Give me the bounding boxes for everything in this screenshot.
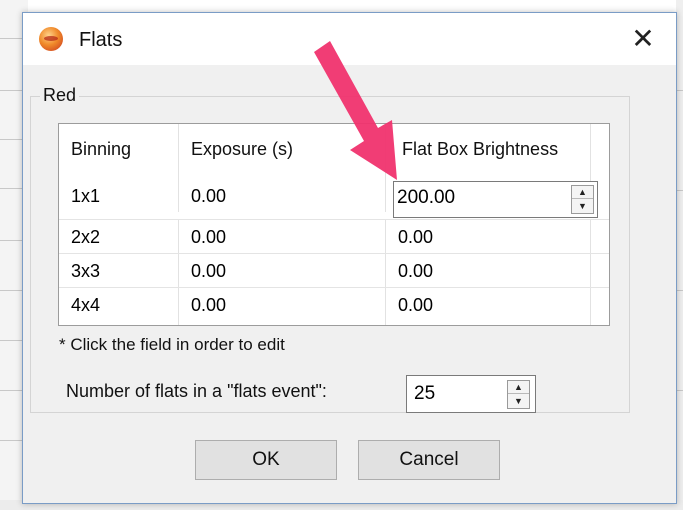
row-filler	[591, 254, 609, 287]
brightness-editor-spinner[interactable]: 200.00 ▲ ▼	[393, 181, 598, 218]
cell-brightness[interactable]: 0.00	[386, 288, 591, 325]
cell-binning: 2x2	[59, 220, 179, 253]
spin-buttons: ▲ ▼	[507, 380, 530, 409]
cell-exposure[interactable]: 0.00	[179, 220, 386, 253]
cell-brightness[interactable]: 0.00	[386, 220, 591, 253]
cell-exposure[interactable]: 0.00	[179, 288, 386, 325]
header-binning: Binning	[59, 124, 179, 174]
cell-binning: 1x1	[59, 174, 179, 212]
background-line	[676, 190, 683, 191]
title-bar[interactable]: Flats ✕	[23, 13, 676, 65]
spin-up-icon[interactable]: ▲	[508, 381, 529, 394]
table-row[interactable]: 3x3 0.00 0.00	[59, 253, 609, 287]
group-label: Red	[40, 85, 80, 106]
background-line	[676, 290, 683, 291]
spin-down-icon[interactable]: ▼	[572, 200, 593, 213]
cell-exposure[interactable]: 0.00	[179, 174, 386, 212]
flats-count-value[interactable]: 25	[414, 383, 435, 405]
app-logo-icon	[39, 27, 63, 51]
table-row[interactable]: 2x2 0.00 0.00	[59, 219, 609, 253]
spin-down-icon[interactable]: ▼	[508, 395, 529, 408]
header-flat-box-brightness: Flat Box Brightness	[386, 124, 591, 174]
header-exposure: Exposure (s)	[179, 124, 386, 174]
brightness-value[interactable]: 200.00	[397, 187, 455, 209]
edit-hint: * Click the field in order to edit	[59, 335, 285, 354]
spin-up-icon[interactable]: ▲	[572, 186, 593, 199]
flats-count-label: Number of flats in a "flats event":	[66, 381, 327, 401]
cell-exposure[interactable]: 0.00	[179, 254, 386, 287]
flats-table: Binning Exposure (s) Flat Box Brightness…	[58, 123, 610, 326]
ok-button[interactable]: OK	[195, 440, 337, 480]
spin-buttons: ▲ ▼	[571, 185, 594, 214]
close-button[interactable]: ✕	[619, 21, 667, 57]
cell-brightness[interactable]: 0.00	[386, 254, 591, 287]
cancel-button[interactable]: Cancel	[358, 440, 500, 480]
background-line	[676, 90, 683, 91]
background-window-edge-right	[676, 0, 683, 510]
dialog-title: Flats	[79, 29, 123, 51]
table-header-row: Binning Exposure (s) Flat Box Brightness	[59, 124, 609, 174]
header-filler	[591, 124, 609, 174]
row-filler	[591, 220, 609, 253]
row-filler	[591, 288, 609, 325]
table-row[interactable]: 4x4 0.00 0.00	[59, 287, 609, 325]
cell-binning: 3x3	[59, 254, 179, 287]
cell-binning: 4x4	[59, 288, 179, 325]
flats-count-spinner[interactable]: 25 ▲ ▼	[406, 375, 536, 413]
background-line	[676, 390, 683, 391]
